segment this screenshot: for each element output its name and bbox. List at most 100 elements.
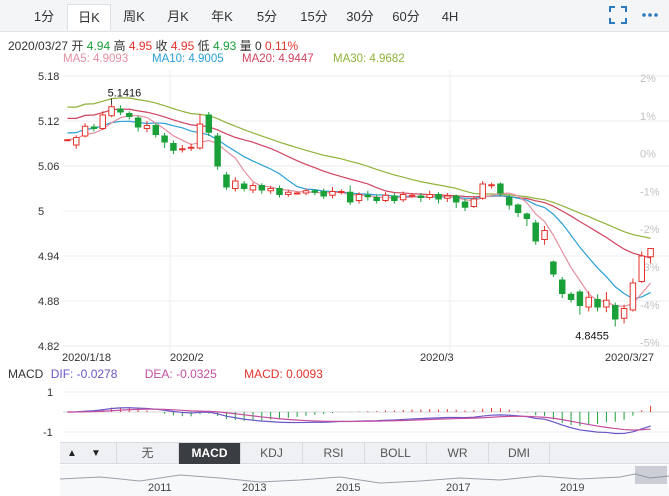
candle-up bbox=[73, 137, 80, 146]
candle-up bbox=[293, 192, 301, 195]
candle-up bbox=[249, 185, 257, 191]
candle-down bbox=[461, 201, 469, 208]
indicator-tab-bar: ▲ ▼ 无 MACD KDJ RSI BOLL WR DMI bbox=[60, 442, 669, 464]
candle-down bbox=[346, 191, 354, 203]
ma20-label: MA20: 4.9447 bbox=[242, 53, 314, 65]
candle-down bbox=[523, 213, 531, 219]
candle-up bbox=[64, 139, 71, 142]
pct-tick-label: -4% bbox=[640, 300, 660, 312]
tab-15min[interactable]: 15分 bbox=[292, 4, 336, 30]
tab-dmi[interactable]: DMI bbox=[488, 443, 550, 464]
candle-up bbox=[187, 146, 195, 149]
year-label-2015: 2015 bbox=[336, 482, 361, 494]
volume-value: 0 bbox=[255, 39, 262, 53]
y-tick-label: 4.82 bbox=[38, 341, 59, 353]
candle-down bbox=[611, 305, 619, 320]
candle-down bbox=[435, 194, 442, 200]
candle-up bbox=[329, 191, 336, 196]
volume-label: 量 bbox=[239, 39, 252, 53]
candle-down bbox=[391, 195, 398, 201]
candle-up bbox=[338, 191, 345, 193]
overview-selection[interactable] bbox=[635, 466, 667, 484]
candle-up bbox=[399, 194, 407, 201]
low-value: 4.93 bbox=[212, 39, 237, 53]
y-tick-label: 5.12 bbox=[38, 116, 59, 128]
tab-boll[interactable]: BOLL bbox=[364, 443, 426, 464]
tab-monthly-k[interactable]: 月K bbox=[158, 4, 198, 30]
dea-label: DEA: -0.0325 bbox=[144, 367, 217, 381]
candle-down bbox=[126, 113, 133, 117]
year-label-2017: 2017 bbox=[446, 482, 471, 494]
tab-5min[interactable]: 5分 bbox=[247, 4, 287, 30]
candle-down bbox=[214, 135, 221, 167]
more-icon[interactable] bbox=[641, 6, 659, 24]
ma10-label: MA10: 4.9005 bbox=[152, 53, 224, 65]
pct-tick-label: -1% bbox=[640, 186, 660, 198]
high-annotation: 5.1416 bbox=[108, 88, 142, 100]
macd-header: MACD DIF: -0.0278 DEA: -0.0325 MACD: 0.0… bbox=[8, 367, 323, 381]
candle-down bbox=[558, 279, 566, 294]
candlestick-chart[interactable]: 5.185.125.0654.944.884.82 2%1%0%-1%-2%-3… bbox=[0, 66, 669, 372]
tab-rsi[interactable]: RSI bbox=[302, 443, 364, 464]
tab-daily-k[interactable]: 日K bbox=[67, 4, 111, 30]
open-label: 开 bbox=[71, 39, 84, 53]
candle-down bbox=[594, 299, 601, 308]
candle-down bbox=[567, 293, 575, 300]
candle-down bbox=[364, 194, 372, 198]
candle-up bbox=[382, 194, 389, 201]
candle-down bbox=[117, 108, 124, 113]
candle-down bbox=[514, 204, 522, 213]
candle-up bbox=[143, 125, 151, 129]
tab-wr[interactable]: WR bbox=[426, 443, 488, 464]
macd-title: MACD bbox=[8, 367, 44, 381]
dif-label: DIF: -0.0278 bbox=[50, 367, 118, 381]
high-value: 4.95 bbox=[128, 39, 153, 53]
macd-value-label: MACD: 0.0093 bbox=[244, 367, 323, 381]
candle-up bbox=[629, 282, 637, 311]
y-tick-label: 4.88 bbox=[38, 296, 59, 308]
macd-y-tick-label: -1 bbox=[43, 427, 53, 439]
pct-tick-label: 0% bbox=[640, 149, 656, 161]
tab-macd[interactable]: MACD bbox=[178, 443, 240, 464]
pct-tick-label: 1% bbox=[640, 111, 656, 123]
y-tick-label: 4.94 bbox=[38, 251, 59, 263]
candle-up bbox=[444, 195, 451, 199]
tab-4h[interactable]: 4H bbox=[430, 4, 470, 30]
macd-chart[interactable]: 1 -1 bbox=[0, 382, 669, 442]
candle-down bbox=[205, 114, 213, 133]
candle-down bbox=[532, 222, 539, 242]
nav-down-arrow[interactable]: ▼ bbox=[84, 443, 108, 464]
candle-up bbox=[355, 194, 363, 201]
year-label-2011: 2011 bbox=[148, 482, 172, 494]
fullscreen-icon[interactable] bbox=[609, 6, 627, 24]
candle-down bbox=[550, 261, 557, 275]
candle-up bbox=[108, 106, 115, 117]
pct-tick-label: -5% bbox=[640, 338, 660, 350]
x-tick-label: 2020/3 bbox=[420, 352, 454, 364]
candle-down bbox=[311, 190, 319, 193]
tab-1min[interactable]: 1分 bbox=[24, 4, 64, 30]
candle-up bbox=[196, 123, 204, 149]
change-value: 0.11% bbox=[265, 39, 299, 53]
candle-down bbox=[258, 185, 266, 191]
candle-up bbox=[267, 188, 274, 192]
tab-kdj[interactable]: KDJ bbox=[240, 443, 302, 464]
tab-none[interactable]: 无 bbox=[116, 443, 178, 464]
candle-up bbox=[426, 194, 433, 198]
tab-weekly-k[interactable]: 周K bbox=[114, 4, 154, 30]
candle-up bbox=[232, 180, 239, 189]
info-date: 2020/03/27 bbox=[8, 39, 69, 53]
candle-down bbox=[170, 143, 177, 151]
candle-up bbox=[479, 183, 486, 199]
year-label-2019: 2019 bbox=[560, 482, 585, 494]
candle-up bbox=[99, 114, 107, 129]
tab-30min[interactable]: 30分 bbox=[338, 4, 382, 30]
tab-yearly-k[interactable]: 年K bbox=[202, 4, 242, 30]
candle-up bbox=[470, 198, 478, 207]
tab-60min[interactable]: 60分 bbox=[384, 4, 428, 30]
close-value: 4.95 bbox=[170, 39, 195, 53]
candle-down bbox=[452, 195, 460, 203]
overview-navigator[interactable]: 2011 2013 2015 2017 2019 bbox=[60, 465, 669, 496]
y-tick-label: 5.06 bbox=[38, 161, 59, 173]
nav-up-arrow[interactable]: ▲ bbox=[60, 443, 84, 464]
